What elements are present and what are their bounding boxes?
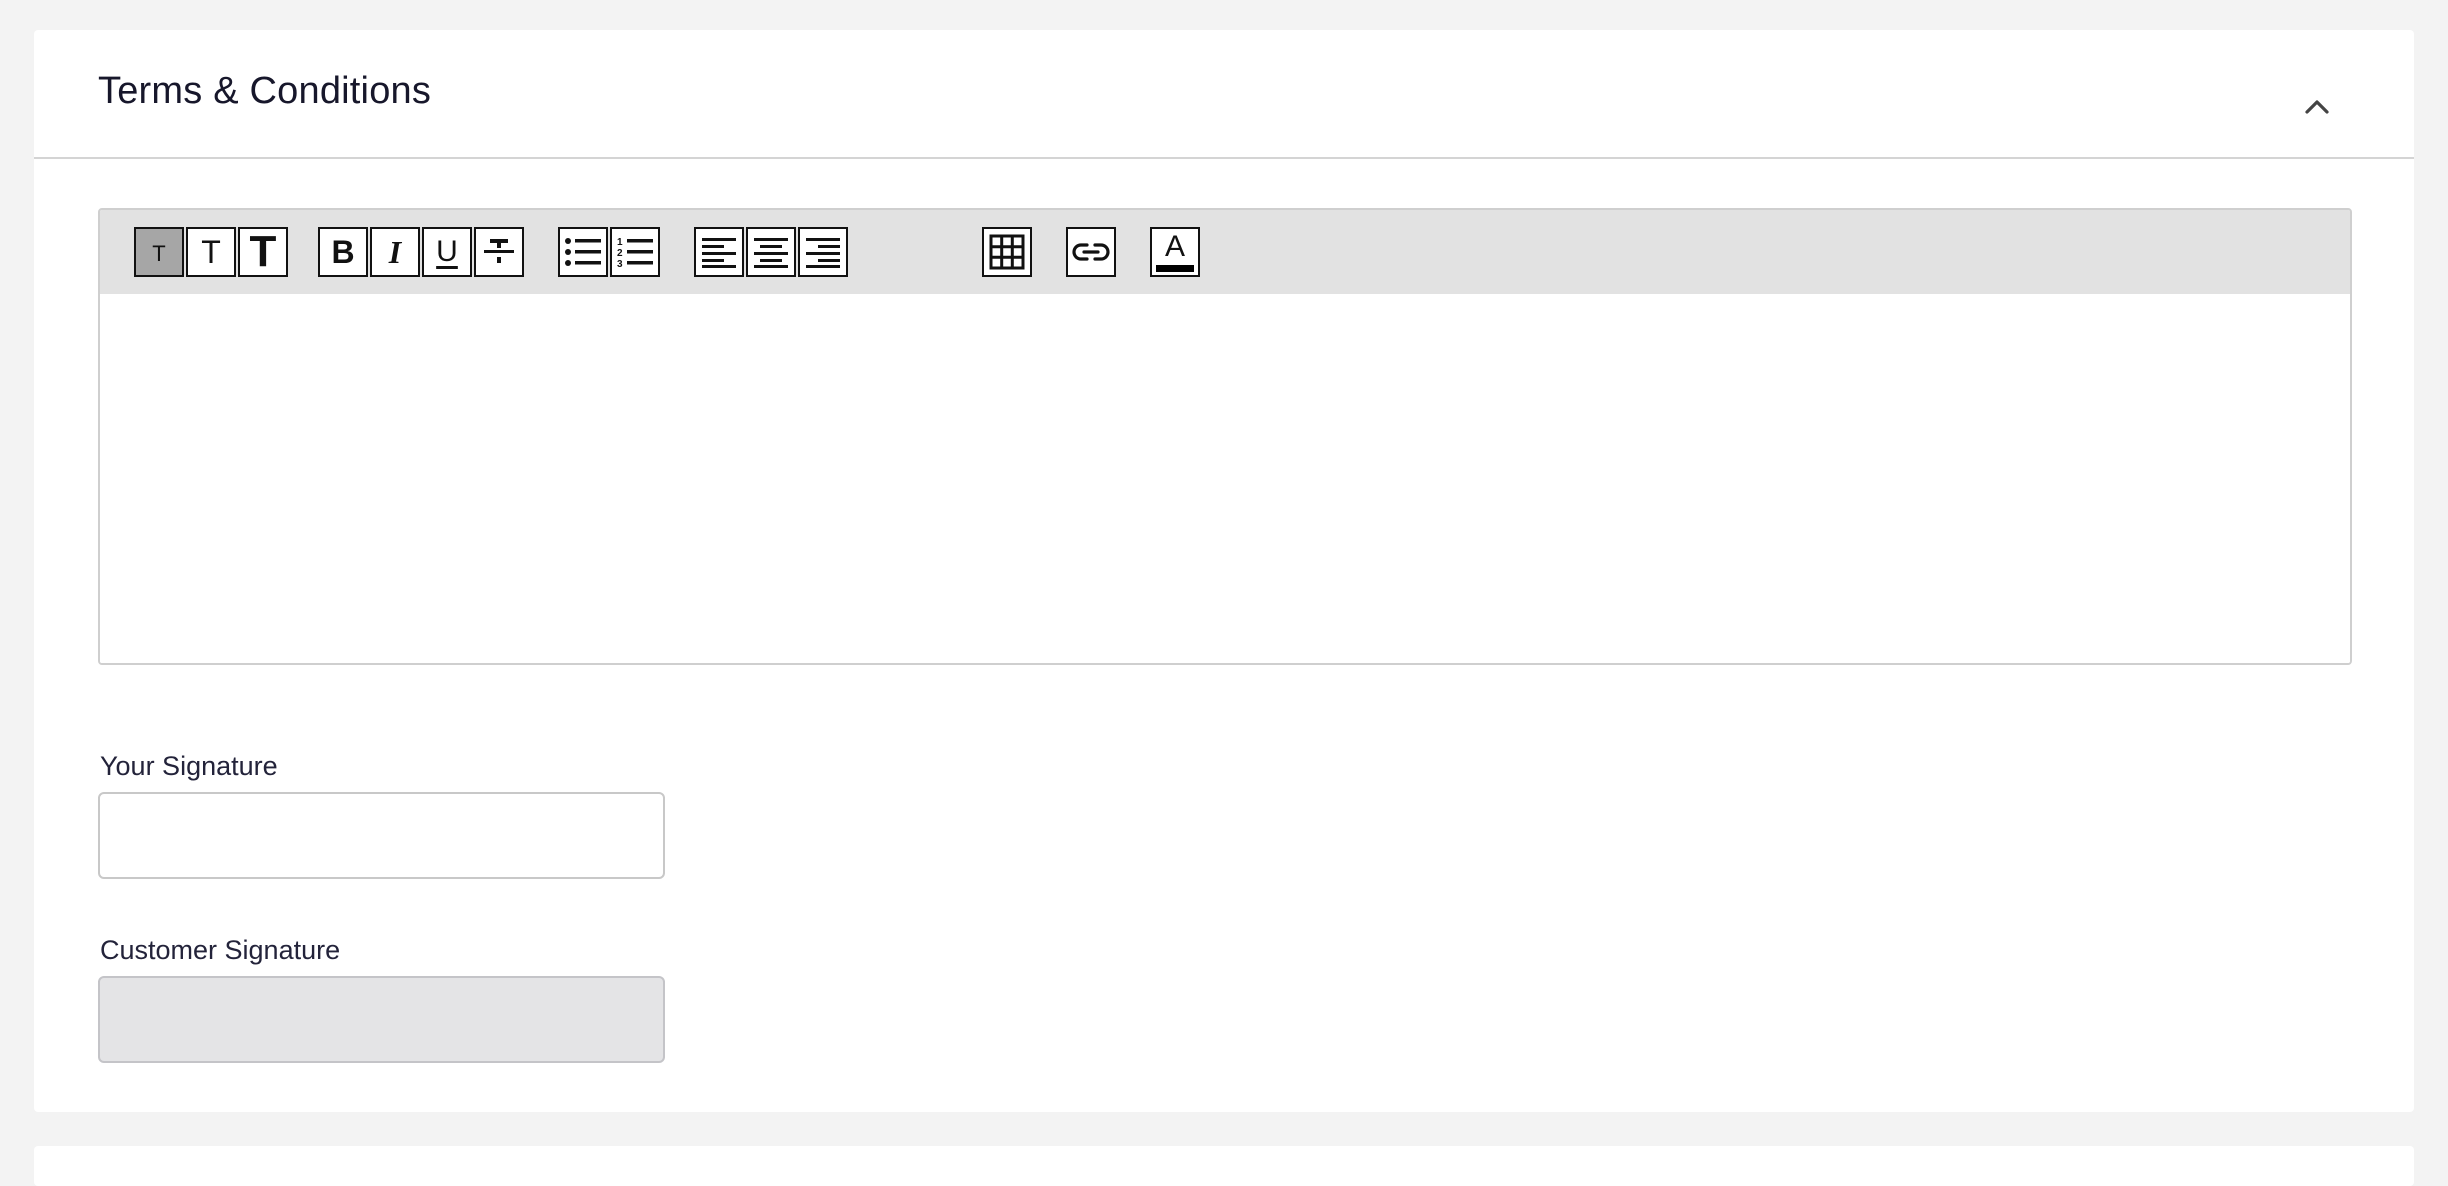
numbered-list-icon: 1 2 3	[617, 237, 653, 270]
italic-icon: I	[388, 233, 402, 270]
section-title: Terms & Conditions	[98, 70, 432, 112]
insert-table-button[interactable]	[982, 227, 1032, 277]
next-section-card	[34, 1146, 2414, 1186]
align-left-button[interactable]	[694, 227, 744, 277]
editor-toolbar: T T T B I U 1 2 3 A	[100, 210, 2350, 294]
customer-signature-label: Customer Signature	[100, 935, 341, 965]
text-size-medium-icon: T	[201, 233, 221, 270]
text-size-medium-button[interactable]: T	[186, 227, 236, 277]
strikethrough-button[interactable]	[474, 227, 524, 277]
section-header[interactable]: Terms & Conditions	[34, 30, 2414, 159]
rich-text-editor: T T T B I U 1 2 3 A	[98, 208, 2352, 665]
text-color-swatch	[1156, 265, 1194, 272]
text-size-large-icon: T	[249, 227, 277, 276]
align-right-button[interactable]	[798, 227, 848, 277]
your-signature-label: Your Signature	[100, 751, 278, 781]
svg-text:3: 3	[617, 259, 623, 270]
underline-button[interactable]: U	[422, 227, 472, 277]
underline-icon: U	[436, 235, 458, 268]
link-icon	[1072, 243, 1110, 261]
collapse-button[interactable]	[2302, 92, 2332, 122]
text-color-button[interactable]: A	[1150, 227, 1200, 277]
text-size-small-icon: T	[152, 241, 166, 266]
strikethrough-icon	[484, 239, 514, 263]
text-color-icon: A	[1164, 230, 1185, 263]
bold-icon: B	[331, 233, 355, 270]
insert-link-button[interactable]	[1066, 227, 1116, 277]
chevron-up-icon	[2305, 100, 2329, 114]
italic-button[interactable]: I	[370, 227, 420, 277]
align-left-icon	[702, 238, 736, 268]
bulleted-list-icon	[565, 238, 601, 266]
svg-text:2: 2	[617, 248, 623, 259]
numbered-list-button[interactable]: 1 2 3	[610, 227, 660, 277]
table-icon	[989, 234, 1025, 270]
align-right-icon	[806, 238, 840, 268]
your-signature-field[interactable]	[98, 792, 665, 879]
editor-content-area[interactable]	[100, 294, 2350, 663]
bulleted-list-button[interactable]	[558, 227, 608, 277]
bold-button[interactable]: B	[318, 227, 368, 277]
svg-text:1: 1	[617, 237, 623, 248]
align-center-icon	[754, 238, 788, 268]
customer-signature-field	[98, 976, 665, 1063]
text-size-large-button[interactable]: T	[238, 227, 288, 277]
align-center-button[interactable]	[746, 227, 796, 277]
text-size-small-button[interactable]: T	[134, 227, 184, 277]
terms-section-card: Terms & Conditions T T T B I U 1 2 3 A Y…	[34, 30, 2414, 1112]
